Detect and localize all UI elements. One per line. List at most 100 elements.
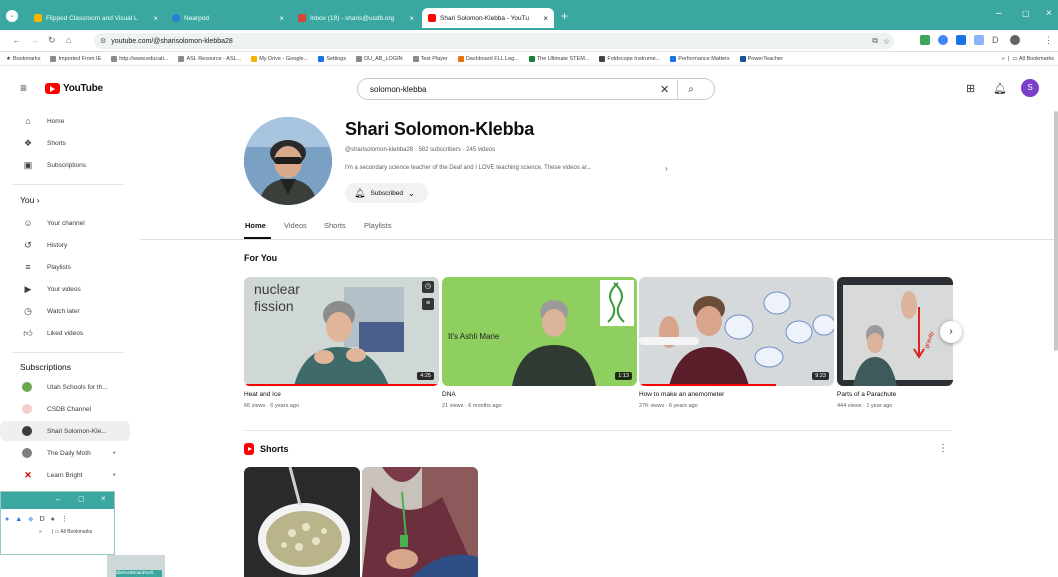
tab-shorts[interactable]: Shorts (324, 221, 346, 230)
forward-icon[interactable]: → (30, 35, 39, 45)
sidebar-subscription-learn-bright[interactable]: ✕ Learn Bright • (0, 465, 130, 485)
back-icon[interactable]: ← (12, 35, 21, 45)
video-thumbnail[interactable]: It's Ashli Marie 1:13 (442, 277, 637, 386)
cast-icon[interactable]: ⧉ (872, 36, 878, 46)
video-thumbnail[interactable]: nuclear fission ◷ ≡ 4:25 (244, 277, 439, 386)
maximize-button[interactable]: ▢ (1022, 9, 1030, 18)
close-tab-icon[interactable]: × (543, 14, 548, 23)
tab-videos[interactable]: Videos (284, 221, 307, 230)
notifications-bell-icon[interactable]: 🔔︎ (993, 82, 1007, 95)
search-icon[interactable]: ⌕ (688, 84, 694, 95)
minimize-button[interactable]: – (996, 8, 1002, 19)
new-tab-button[interactable]: + (561, 9, 568, 23)
bookmark-item[interactable]: Dashboard FLL Leg... (457, 55, 519, 62)
close-window-button[interactable]: × (101, 494, 106, 503)
browser-menu-icon[interactable]: ⋮ (1044, 35, 1053, 46)
extension-icon[interactable]: ◆ (28, 515, 33, 523)
bookmark-item[interactable]: Test Player (412, 55, 448, 62)
bookmark-item[interactable]: Settings (318, 55, 346, 62)
all-bookmarks-button[interactable]: | ▭ All Bookmarks (52, 529, 92, 535)
short-thumbnail[interactable] (244, 467, 360, 577)
sidebar-item-shorts[interactable]: ❖ Shorts (0, 133, 130, 153)
all-bookmarks-button[interactable]: » | ▭ All Bookmarks (1002, 56, 1054, 62)
sidebar-item-watch-later[interactable]: ◷ Watch later (0, 301, 130, 321)
extension-icon[interactable] (920, 35, 930, 45)
video-thumbnail[interactable]: gravity (837, 277, 953, 386)
profile-icon[interactable] (1010, 35, 1020, 45)
video-card-dna[interactable]: It's Ashli Marie 1:13 DNA 21 views · 6 m… (442, 277, 637, 409)
close-tab-icon[interactable]: × (153, 14, 158, 23)
search-input[interactable] (370, 84, 660, 94)
maximize-button[interactable]: ▢ (78, 495, 85, 503)
carousel-next-button[interactable]: › (940, 321, 962, 343)
bookmark-item[interactable]: Imported From IE (50, 55, 101, 62)
bookmark-item[interactable]: http://www.educati... (111, 55, 168, 62)
bookmark-star-icon[interactable]: ☆ (883, 37, 890, 46)
browser-tab-flipped-classroom[interactable]: Flipped Classroom and Visual L × (28, 8, 164, 28)
sidebar-you-heading[interactable]: You › (20, 195, 40, 205)
overflow-chevron-icon[interactable]: » (39, 529, 42, 535)
watch-later-icon[interactable]: ◷ (422, 281, 434, 293)
sidebar-item-liked-videos[interactable]: 👍︎ Liked videos (0, 323, 130, 343)
reload-icon[interactable]: ↻ (48, 35, 56, 46)
youtube-logo[interactable]: YouTube (45, 83, 103, 94)
clear-search-icon[interactable]: ✕ (660, 83, 669, 96)
create-video-icon[interactable]: ⊞ (966, 82, 975, 95)
more-options-icon[interactable]: ⋮ (938, 443, 948, 454)
page-scrollbar[interactable] (1054, 111, 1058, 351)
bookmarks-button[interactable]: ★ Bookmarks (6, 56, 40, 62)
browser-tab-youtube[interactable]: Shari Solomon-Klebba - YouTu × (422, 8, 554, 28)
sidebar-item-your-channel[interactable]: ☺ Your channel (0, 213, 130, 233)
overlay-browser-window[interactable]: – ▢ × ● ▲ ◆ D ● ⋮ » | ▭ All Bookmarks (0, 491, 115, 555)
tab-home[interactable]: Home (245, 221, 266, 230)
extension-icon[interactable]: ● (5, 516, 9, 523)
video-title[interactable]: Heat and Ice (244, 391, 439, 398)
sidebar-subscription-daily-moth[interactable]: The Daily Moth • (0, 443, 130, 463)
video-card-heat-and-ice[interactable]: nuclear fission ◷ ≡ 4:25 Heat and Ice 66… (244, 277, 439, 409)
sidebar-subscription-shari-solomon-klebba[interactable]: Shari Solomon-Kle... (0, 421, 130, 441)
extension-icon[interactable] (956, 35, 966, 45)
site-info-icon[interactable]: ⚙ (100, 37, 106, 45)
tab-playlists[interactable]: Playlists (364, 221, 392, 230)
video-card-anemometer[interactable]: 9:23 How to make an anemometer 27K views… (639, 277, 834, 409)
menu-icon[interactable]: ≡ (20, 81, 27, 95)
bookmark-item[interactable]: DU_AB_LOGIN (356, 55, 403, 62)
bookmark-item[interactable]: Foldscope Instrume... (599, 55, 660, 62)
address-bar[interactable]: ⚙ youtube.com/@sharisolomon-klebba28 ⧉ ☆ (94, 33, 894, 49)
sidebar-subscription-csdb[interactable]: CSDB Channel (0, 399, 130, 419)
channel-description[interactable]: I'm a secondary science teacher of the D… (345, 165, 592, 171)
downloads-icon[interactable]: D (992, 35, 999, 45)
home-page-icon[interactable]: ⌂ (66, 35, 71, 45)
sidebar-item-your-videos[interactable]: ▶ Your videos (0, 279, 130, 299)
extension-icon[interactable] (938, 35, 948, 45)
bookmark-item[interactable]: My Drive - Google... (251, 55, 308, 62)
extension-icon[interactable]: ▲ (15, 516, 22, 523)
close-tab-icon[interactable]: × (279, 14, 284, 23)
video-thumbnail[interactable]: 9:23 (639, 277, 834, 386)
sidebar-item-subscriptions[interactable]: ▣ Subscriptions (0, 155, 130, 175)
downloads-icon[interactable]: D (40, 516, 45, 523)
minimize-button[interactable]: – (56, 495, 60, 504)
sidebar-subscription-utah-schools[interactable]: Utah Schools for th... (0, 377, 130, 397)
bookmark-item[interactable]: ASL Resource - ASL... (178, 55, 241, 62)
profile-icon[interactable]: ● (51, 516, 55, 523)
extension-icon[interactable] (974, 35, 984, 45)
video-title[interactable]: Parts of a Parachute (837, 391, 953, 398)
short-thumbnail[interactable] (362, 467, 478, 577)
browser-menu-icon[interactable]: ⋮ (61, 515, 68, 523)
tab-search-icon[interactable]: ⌄ (6, 10, 18, 22)
close-window-button[interactable]: × (1046, 8, 1052, 19)
video-card-parts-of-a-parachute[interactable]: gravity Parts of a Parachute 444 views ·… (837, 277, 953, 409)
channel-avatar-large[interactable] (244, 117, 332, 205)
browser-tab-inbox[interactable]: Inbox (18) - sharis@usdb.org × (292, 8, 420, 28)
video-title[interactable]: How to make an anemometer (639, 391, 834, 398)
bookmark-item[interactable]: Performance Matters (670, 55, 730, 62)
sidebar-item-playlists[interactable]: ≡ Playlists (0, 257, 130, 277)
close-tab-icon[interactable]: × (409, 14, 414, 23)
add-to-queue-icon[interactable]: ≡ (422, 298, 434, 310)
subscribed-button[interactable]: 🔔︎ Subscribed ⌄ (345, 183, 428, 203)
account-avatar[interactable]: S (1021, 79, 1039, 97)
bookmark-item[interactable]: The Ultimate STEM... (528, 55, 589, 62)
video-title[interactable]: DNA (442, 391, 637, 398)
chevron-right-icon[interactable]: › (665, 164, 668, 173)
